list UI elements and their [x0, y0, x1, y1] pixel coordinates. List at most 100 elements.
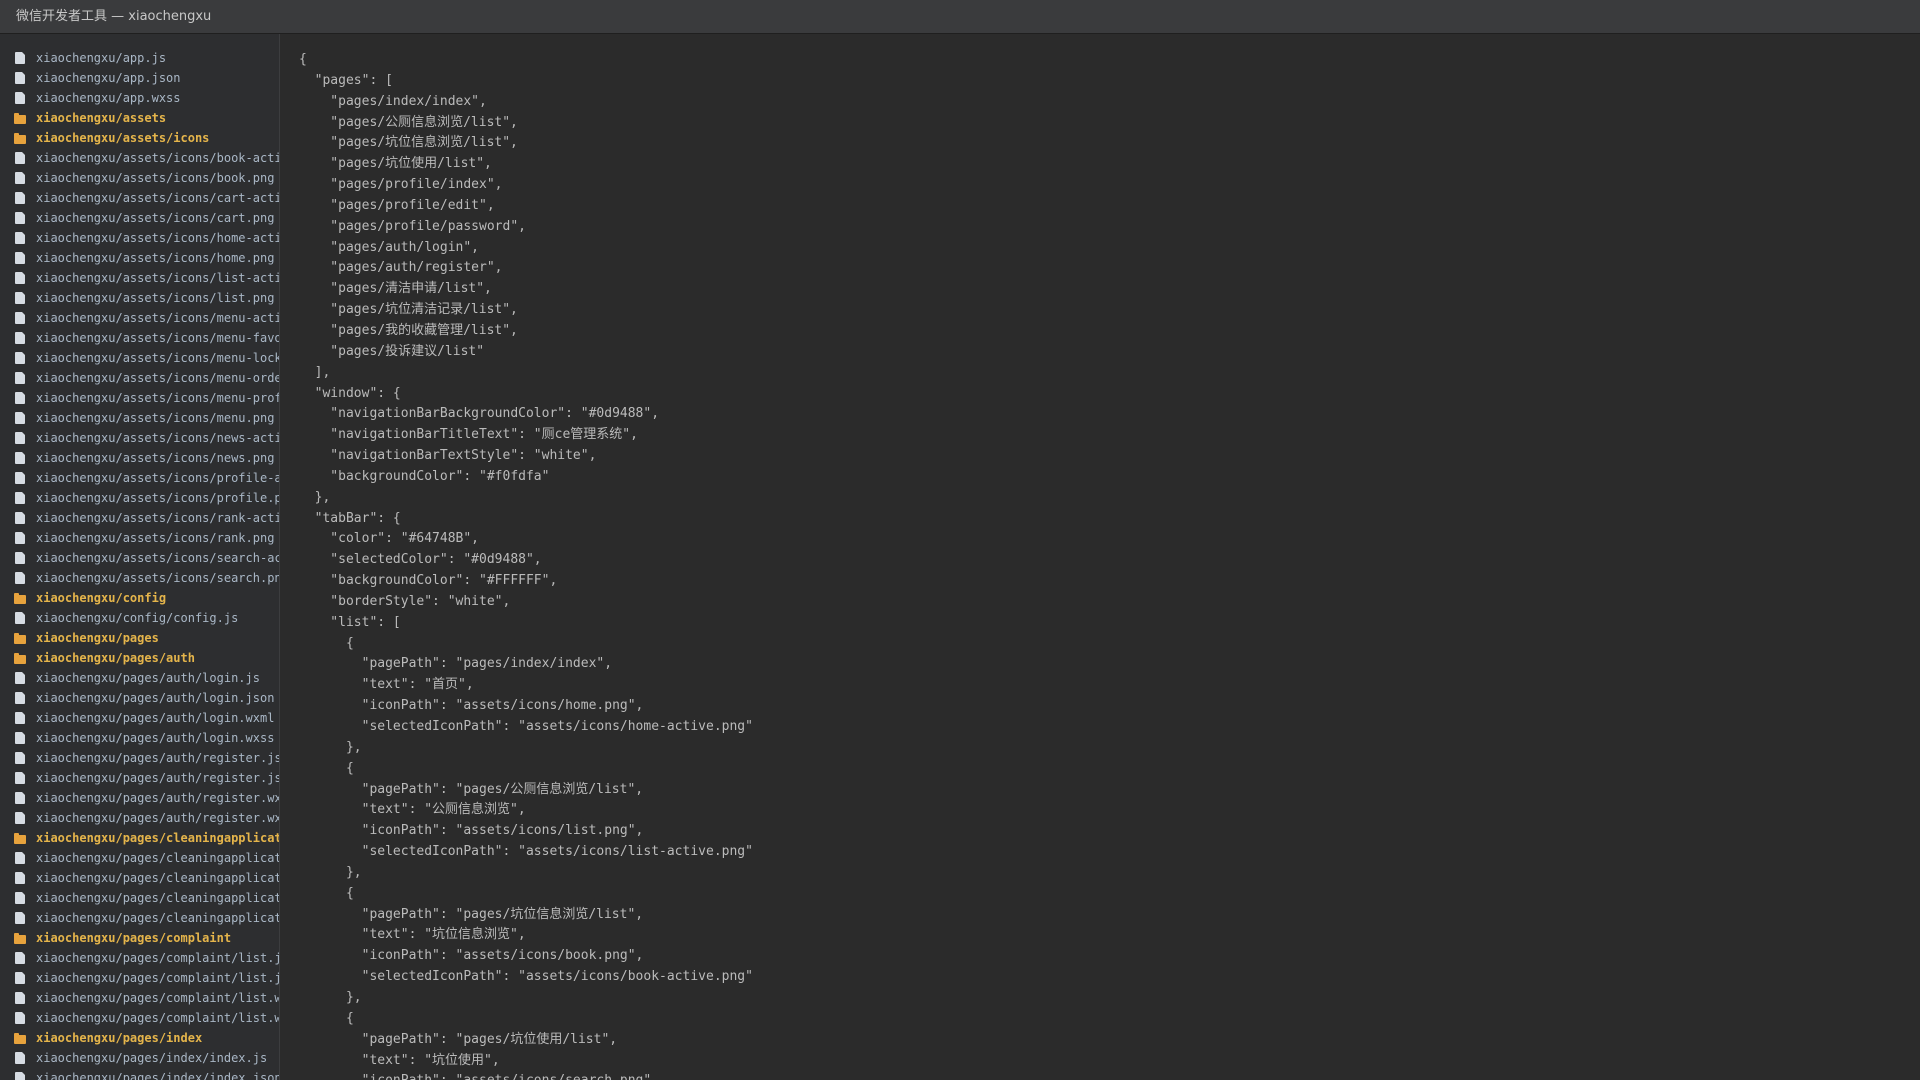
file-icon — [15, 272, 25, 284]
tree-item-label: xiaochengxu/assets/icons/profile-a — [36, 471, 279, 485]
tree-item-label: xiaochengxu/assets — [36, 111, 167, 125]
code-line: "selectedColor": "#0d9488", — [299, 552, 542, 568]
tree-item-label: xiaochengxu/assets/icons/menu-lock — [36, 351, 279, 365]
file-item[interactable]: xiaochengxu/assets/icons/profile-a — [0, 468, 279, 488]
tree-item-label: xiaochengxu/assets/icons/profile.p — [36, 491, 279, 505]
file-icon — [15, 992, 25, 1004]
file-item[interactable]: xiaochengxu/pages/complaint/list.w — [0, 988, 279, 1008]
code-line: "pages/公厕信息浏览/list", — [299, 114, 518, 130]
file-item[interactable]: xiaochengxu/assets/icons/home.png — [0, 248, 279, 268]
file-item[interactable]: xiaochengxu/assets/icons/menu-orde — [0, 368, 279, 388]
file-item[interactable]: xiaochengxu/assets/icons/list.png — [0, 288, 279, 308]
file-item[interactable]: xiaochengxu/pages/index/index.json — [0, 1068, 279, 1080]
file-icon — [15, 432, 25, 444]
code-line: "window": { — [299, 385, 401, 401]
folder-item[interactable]: xiaochengxu/pages/cleaningapplicat — [0, 828, 279, 848]
code-line: "selectedIconPath": "assets/icons/home-a… — [299, 719, 753, 734]
file-icon — [15, 252, 25, 264]
folder-item[interactable]: xiaochengxu/assets — [0, 108, 279, 128]
folder-item[interactable]: xiaochengxu/assets/icons — [0, 128, 279, 148]
file-item[interactable]: xiaochengxu/pages/auth/login.json — [0, 688, 279, 708]
folder-icon — [14, 112, 26, 124]
folder-item[interactable]: xiaochengxu/pages — [0, 628, 279, 648]
file-item[interactable]: xiaochengxu/assets/icons/menu-lock — [0, 348, 279, 368]
code-line: "pagePath": "pages/坑位信息浏览/list", — [299, 906, 644, 922]
file-item[interactable]: xiaochengxu/assets/icons/search-ac — [0, 548, 279, 568]
file-icon — [15, 792, 25, 804]
file-item[interactable]: xiaochengxu/pages/complaint/list.j — [0, 948, 279, 968]
file-icon — [15, 572, 25, 584]
file-item[interactable]: xiaochengxu/assets/icons/book.png — [0, 168, 279, 188]
file-item[interactable]: xiaochengxu/assets/icons/search.pn — [0, 568, 279, 588]
file-item[interactable]: xiaochengxu/pages/auth/register.js — [0, 748, 279, 768]
file-item[interactable]: xiaochengxu/pages/cleaningapplicat — [0, 888, 279, 908]
file-item[interactable]: xiaochengxu/pages/cleaningapplicat — [0, 848, 279, 868]
file-icon — [15, 712, 25, 724]
tree-item-label: xiaochengxu/pages/cleaningapplicat — [36, 851, 279, 865]
code-line: { — [299, 885, 354, 901]
code-line: "borderStyle": "white", — [299, 593, 511, 609]
file-item[interactable]: xiaochengxu/pages/cleaningapplicat — [0, 868, 279, 888]
file-item[interactable]: xiaochengxu/app.json — [0, 68, 279, 88]
file-item[interactable]: xiaochengxu/pages/index/index.js — [0, 1048, 279, 1068]
tree-item-label: xiaochengxu/assets/icons/book-acti — [36, 151, 279, 165]
tree-item-label: xiaochengxu/assets/icons/menu-favo — [36, 331, 279, 345]
tree-item-label: xiaochengxu/app.js — [36, 51, 167, 65]
tree-item-label: xiaochengxu/pages/index — [36, 1031, 203, 1045]
file-item[interactable]: xiaochengxu/pages/auth/register.wx — [0, 788, 279, 808]
file-item[interactable]: xiaochengxu/assets/icons/home-acti — [0, 228, 279, 248]
tree-item-label: xiaochengxu/pages/index/index.js — [36, 1051, 268, 1065]
code-editor[interactable]: { "pages": [ "pages/index/index", "pages… — [281, 34, 1920, 1080]
file-item[interactable]: xiaochengxu/assets/icons/menu-favo — [0, 328, 279, 348]
tree-item-label: xiaochengxu/config/config.js — [36, 611, 239, 625]
file-icon — [15, 872, 25, 884]
folder-icon — [14, 652, 26, 664]
folder-item[interactable]: xiaochengxu/config — [0, 588, 279, 608]
folder-item[interactable]: xiaochengxu/pages/index — [0, 1028, 279, 1048]
file-item[interactable]: xiaochengxu/pages/auth/register.wx — [0, 808, 279, 828]
file-item[interactable]: xiaochengxu/pages/auth/register.js — [0, 768, 279, 788]
file-item[interactable]: xiaochengxu/app.wxss — [0, 88, 279, 108]
file-icon — [15, 392, 25, 404]
file-icon — [15, 192, 25, 204]
file-item[interactable]: xiaochengxu/assets/icons/cart-acti — [0, 188, 279, 208]
code-line: "iconPath": "assets/icons/search.png", — [299, 1071, 1920, 1080]
code-line: "pages/我的收藏管理/list", — [299, 322, 518, 338]
code-line: "text": "首页", — [299, 677, 474, 693]
code-line: "pagePath": "pages/公厕信息浏览/list", — [299, 781, 644, 797]
file-icon — [15, 892, 25, 904]
file-item[interactable]: xiaochengxu/assets/icons/menu-acti — [0, 308, 279, 328]
file-item[interactable]: xiaochengxu/assets/icons/news-acti — [0, 428, 279, 448]
folder-item[interactable]: xiaochengxu/pages/complaint — [0, 928, 279, 948]
tree-item-label: xiaochengxu/pages/complaint/list.j — [36, 971, 279, 985]
tree-item-label: xiaochengxu/pages/complaint/list.w — [36, 991, 279, 1005]
file-item[interactable]: xiaochengxu/assets/icons/book-acti — [0, 148, 279, 168]
file-icon — [15, 152, 25, 164]
file-item[interactable]: xiaochengxu/pages/complaint/list.w — [0, 1008, 279, 1028]
tree-item-label: xiaochengxu/assets/icons — [36, 131, 210, 145]
file-item[interactable]: xiaochengxu/pages/auth/login.wxml — [0, 708, 279, 728]
file-item[interactable]: xiaochengxu/assets/icons/rank.png — [0, 528, 279, 548]
file-icon — [15, 452, 25, 464]
file-icon — [15, 972, 25, 984]
file-item[interactable]: xiaochengxu/pages/auth/login.js — [0, 668, 279, 688]
tree-item-label: xiaochengxu/pages/auth/register.js — [36, 771, 279, 785]
file-item[interactable]: xiaochengxu/assets/icons/list-acti — [0, 268, 279, 288]
file-item[interactable]: xiaochengxu/assets/icons/rank-acti — [0, 508, 279, 528]
file-item[interactable]: xiaochengxu/assets/icons/menu-prof — [0, 388, 279, 408]
file-item[interactable]: xiaochengxu/pages/cleaningapplicat — [0, 908, 279, 928]
tree-item-label: xiaochengxu/assets/icons/menu-prof — [36, 391, 279, 405]
file-icon — [15, 912, 25, 924]
file-item[interactable]: xiaochengxu/pages/complaint/list.j — [0, 968, 279, 988]
folder-icon — [14, 832, 26, 844]
file-icon — [15, 1052, 25, 1064]
file-item[interactable]: xiaochengxu/assets/icons/cart.png — [0, 208, 279, 228]
file-item[interactable]: xiaochengxu/app.js — [0, 48, 279, 68]
folder-item[interactable]: xiaochengxu/pages/auth — [0, 648, 279, 668]
file-icon — [15, 492, 25, 504]
file-item[interactable]: xiaochengxu/assets/icons/menu.png — [0, 408, 279, 428]
file-item[interactable]: xiaochengxu/config/config.js — [0, 608, 279, 628]
file-item[interactable]: xiaochengxu/assets/icons/profile.p — [0, 488, 279, 508]
file-item[interactable]: xiaochengxu/pages/auth/login.wxss — [0, 728, 279, 748]
file-item[interactable]: xiaochengxu/assets/icons/news.png — [0, 448, 279, 468]
